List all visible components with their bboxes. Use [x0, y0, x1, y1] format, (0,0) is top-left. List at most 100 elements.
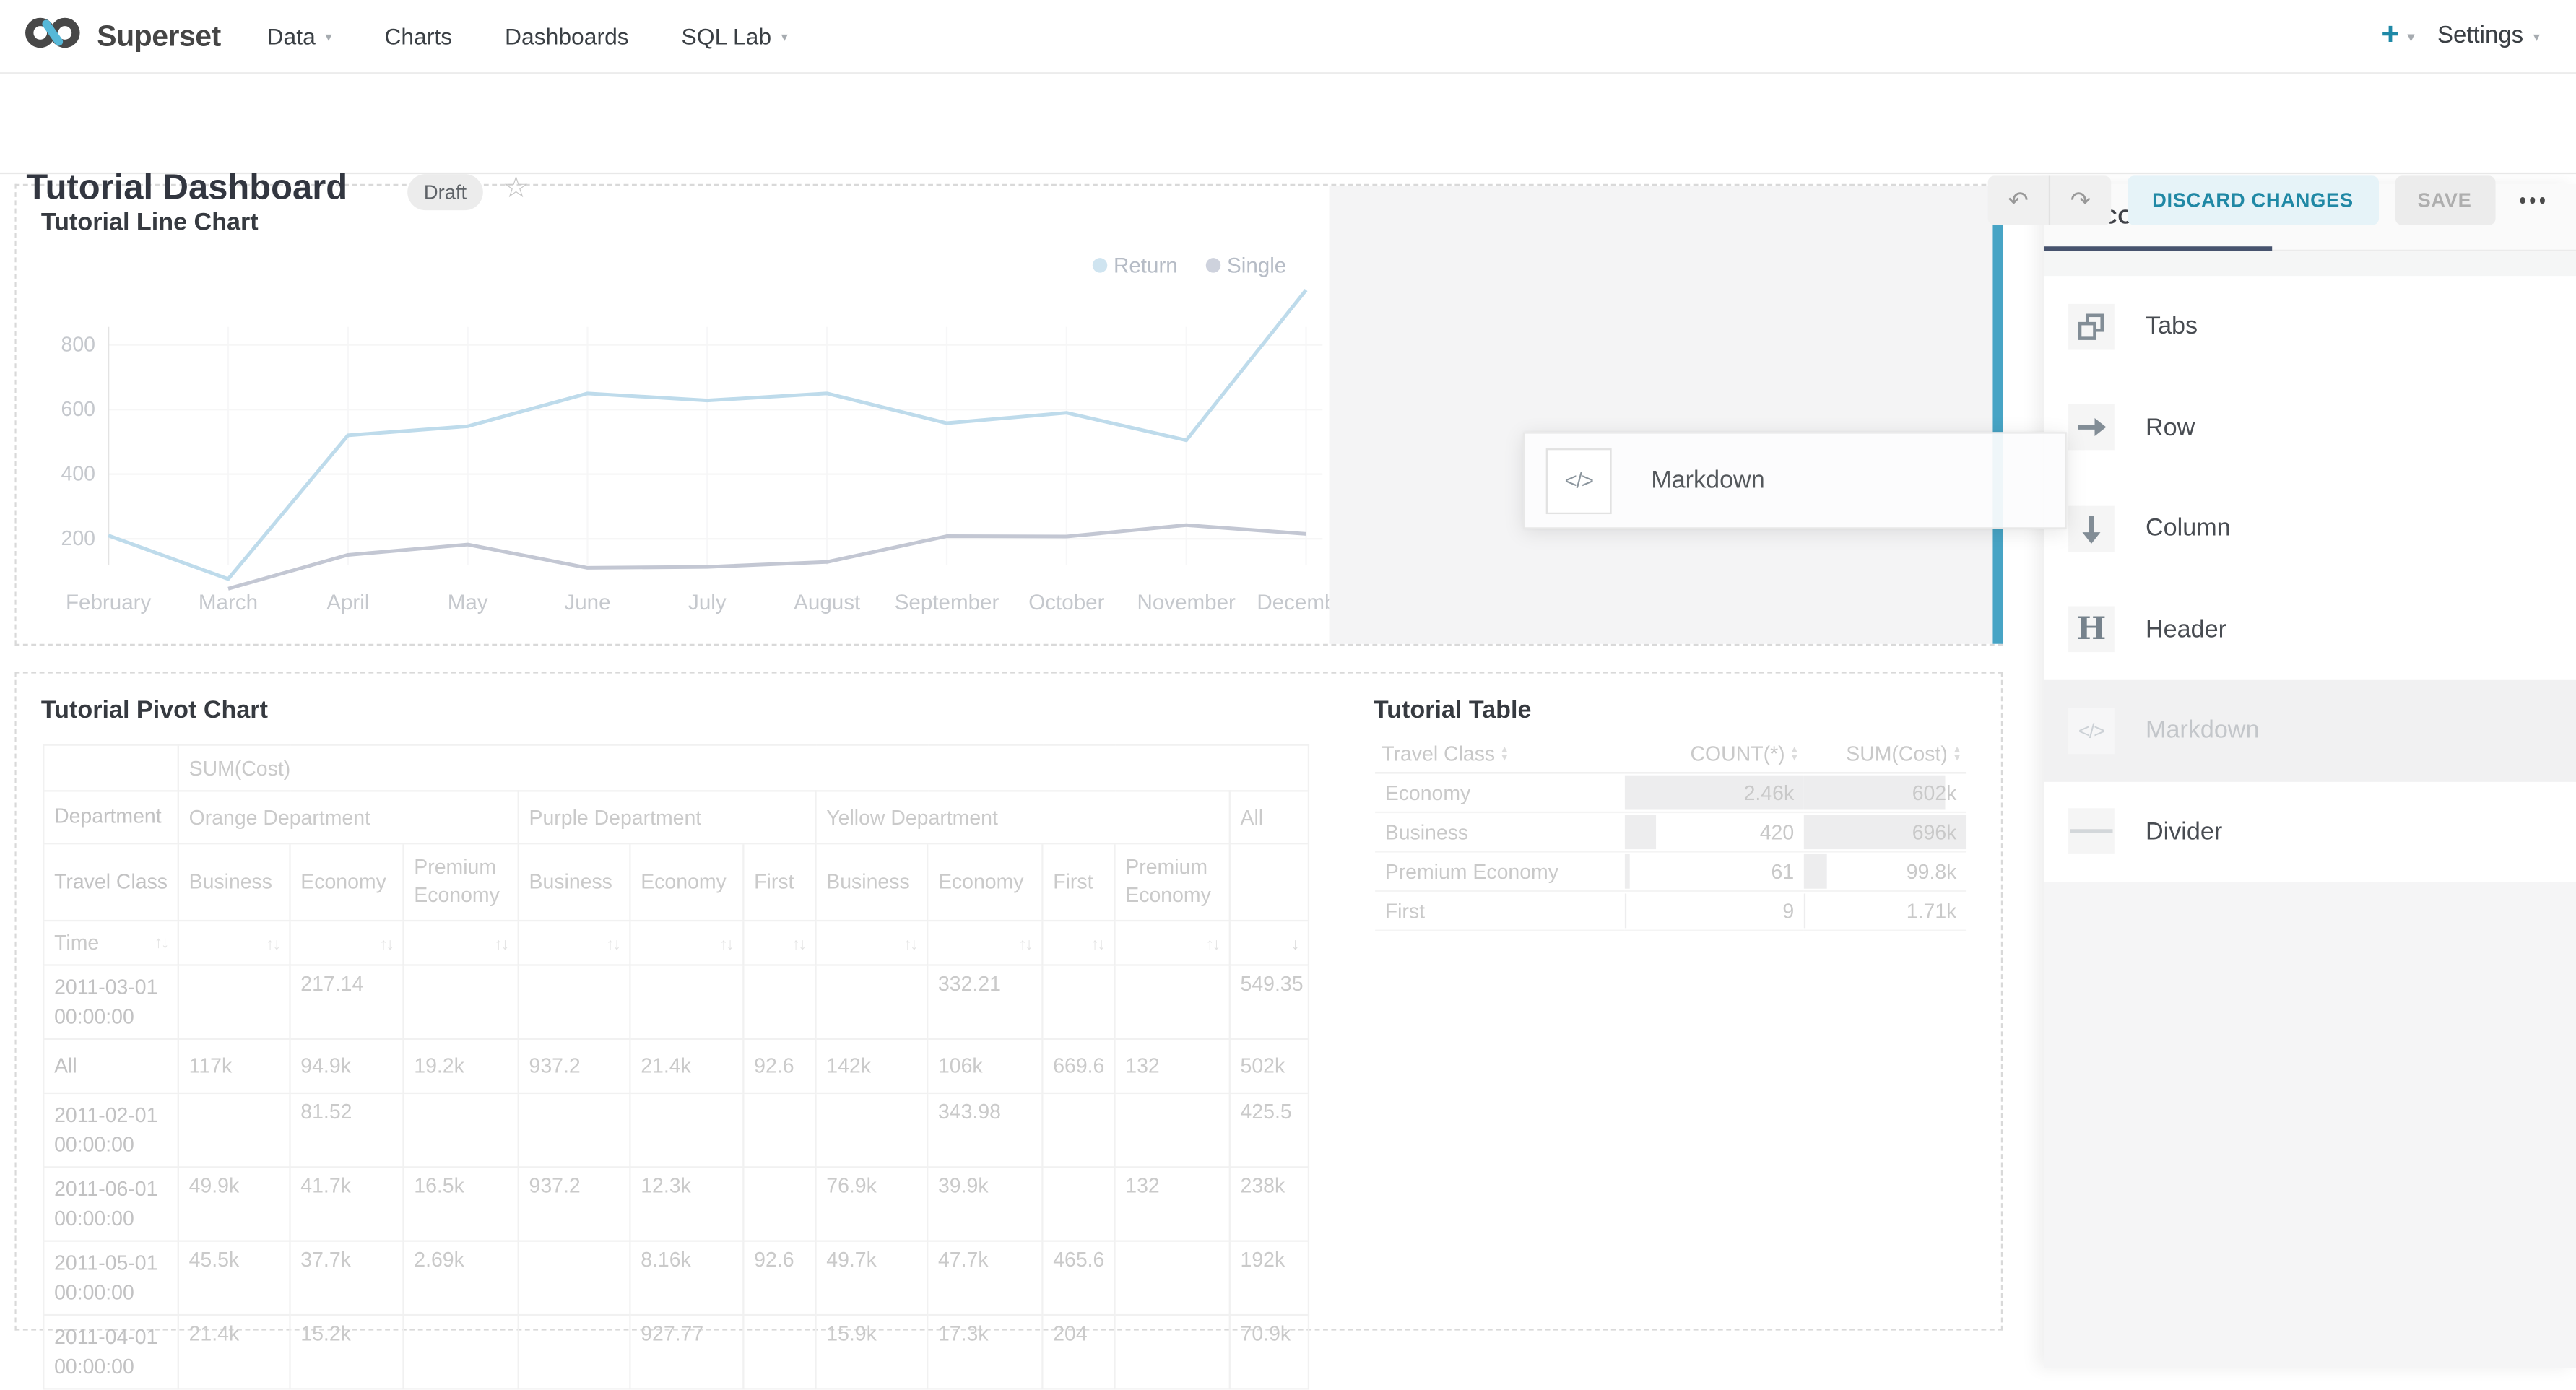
- pivot-value-cell: 15.9k: [815, 1315, 927, 1389]
- superset-infinity-icon: [23, 12, 82, 60]
- pivot-value-cell: 41.7k: [290, 1167, 404, 1241]
- sort-icon[interactable]: ↑↓: [1091, 936, 1104, 954]
- chevron-down-icon: ▾: [325, 29, 331, 43]
- pivot-value-cell: [743, 1315, 815, 1389]
- column-header-travel-class[interactable]: Travel Class▴▾: [1375, 734, 1625, 773]
- sort-icon[interactable]: ↑↓: [380, 936, 393, 954]
- pivot-value-cell: 106k: [927, 1039, 1042, 1093]
- sort-icon[interactable]: ↑↓: [1018, 936, 1031, 954]
- pivot-subcolumn-header: Business: [178, 843, 290, 921]
- undo-button[interactable]: ↶: [1988, 175, 2049, 225]
- pivot-value-cell: [743, 1167, 815, 1241]
- pivot-row-label: All: [43, 1039, 178, 1093]
- pivot-subcolumn-header: Business: [815, 843, 927, 921]
- sort-icon: ▴▾: [1954, 746, 1960, 763]
- pivot-value-cell: 2.69k: [403, 1241, 518, 1315]
- pivot-value-cell: [519, 1241, 630, 1315]
- pivot-subcolumn-header: Premium Economy: [1115, 843, 1230, 921]
- travel-class-cell: Business: [1375, 812, 1625, 852]
- pivot-value-cell: [178, 1093, 290, 1167]
- sum-cell: 602k: [1804, 773, 1966, 812]
- table-row: All117k94.9k19.2k937.221.4k92.6142k106k6…: [43, 1039, 1309, 1093]
- settings-menu[interactable]: Settings ▾: [2437, 23, 2540, 49]
- settings-label: Settings: [2437, 23, 2523, 49]
- table-row: Business420696k: [1375, 812, 1966, 852]
- pivot-value-cell: 142k: [815, 1039, 927, 1093]
- pivot-value-cell: [743, 1093, 815, 1167]
- header-icon: H: [2068, 607, 2115, 653]
- svg-text:February: February: [66, 591, 152, 614]
- pivot-value-cell: [403, 965, 518, 1039]
- pivot-value-cell: [1042, 965, 1114, 1039]
- pivot-value-cell: 21.4k: [178, 1315, 290, 1389]
- sort-icon[interactable]: ↑↓: [1206, 936, 1219, 954]
- chevron-down-icon: ▾: [781, 29, 788, 43]
- pivot-group-header: Yellow Department: [815, 791, 1229, 843]
- value-bar: [1625, 894, 1626, 929]
- line-chart-card: Tutorial Line Chart ReturnSingle 2004006…: [17, 186, 1330, 640]
- travel-class-cell: Economy: [1375, 773, 1625, 812]
- column-header-count[interactable]: COUNT(*)▴▾: [1625, 734, 1804, 773]
- dashboard-title[interactable]: Tutorial Dashboard: [26, 168, 347, 209]
- save-button[interactable]: SAVE: [2395, 175, 2495, 225]
- sort-icon[interactable]: ↑↓: [155, 934, 168, 952]
- pivot-time-header[interactable]: Time↑↓: [43, 921, 178, 965]
- pivot-table: SUM(Cost)DepartmentOrange DepartmentPurp…: [43, 744, 1309, 1390]
- row-icon: [2068, 404, 2115, 451]
- sort-icon[interactable]: ↑↓: [266, 936, 279, 954]
- top-nav: Superset Data▾ Charts Dashboards SQL Lab▾ +…: [0, 0, 2576, 74]
- value-bar: [1804, 894, 1805, 929]
- pivot-value-cell: 8.16k: [630, 1241, 743, 1315]
- dragged-markdown-card[interactable]: </> Markdown: [1523, 432, 2067, 529]
- nav-item-sql-lab[interactable]: SQL Lab▾: [682, 23, 788, 49]
- column-icon: [2068, 505, 2115, 552]
- more-options-button[interactable]: [2520, 198, 2545, 204]
- table-row: First91.71k: [1375, 891, 1966, 931]
- pivot-value-cell: [519, 965, 630, 1039]
- table-row: 2011-02-01 00:00:0081.52343.98425.5: [43, 1093, 1309, 1167]
- table-row: 2011-03-01 00:00:00217.14332.21549.35: [43, 965, 1309, 1039]
- nav-links: Data▾ Charts Dashboards SQL Lab▾: [267, 23, 788, 49]
- component-item-row[interactable]: Row: [2044, 377, 2576, 478]
- component-item-markdown[interactable]: </>Markdown: [2044, 680, 2576, 781]
- pivot-value-cell: [1115, 1315, 1230, 1389]
- column-header-sum-cost[interactable]: SUM(Cost)▴▾: [1804, 734, 1966, 773]
- component-item-divider[interactable]: Divider: [2044, 781, 2576, 882]
- component-item-tabs[interactable]: Tabs: [2044, 276, 2576, 377]
- sort-desc-icon[interactable]: ↓: [1291, 936, 1298, 954]
- sum-cell: 99.8k: [1804, 852, 1966, 892]
- sum-cell: 696k: [1804, 812, 1966, 852]
- table-row: 2011-06-01 00:00:0049.9k41.7k16.5k937.21…: [43, 1167, 1309, 1241]
- nav-item-charts[interactable]: Charts: [384, 23, 452, 49]
- pivot-value-cell: 238k: [1230, 1167, 1309, 1241]
- component-item-header[interactable]: HHeader: [2044, 579, 2576, 680]
- data-table: Travel Class▴▾COUNT(*)▴▾SUM(Cost)▴▾ Econo…: [1375, 734, 1966, 931]
- pivot-value-cell: [403, 1093, 518, 1167]
- superset-logo[interactable]: Superset: [23, 12, 221, 60]
- nav-item-dashboards[interactable]: Dashboards: [505, 23, 629, 49]
- sort-icon[interactable]: ↑↓: [606, 936, 619, 954]
- sort-icon[interactable]: ↑↓: [903, 936, 916, 954]
- sort-icon[interactable]: ↑↓: [495, 936, 508, 954]
- chart-title: Tutorial Table: [1374, 697, 1532, 725]
- pivot-department-label: Department: [43, 791, 178, 843]
- pivot-subcolumn-header: Premium Economy: [403, 843, 518, 921]
- pivot-row-label: 2011-02-01 00:00:00: [43, 1093, 178, 1167]
- pivot-metric-label: SUM(Cost): [178, 745, 1309, 791]
- row-empty-area: [1329, 186, 2000, 644]
- svg-text:August: August: [794, 591, 860, 614]
- new-item-button[interactable]: + ▾: [2381, 18, 2414, 54]
- component-item-column[interactable]: Column: [2044, 478, 2576, 579]
- sort-icon[interactable]: ↑↓: [792, 936, 805, 954]
- redo-button[interactable]: ↷: [2049, 175, 2111, 225]
- pivot-value-cell: 425.5: [1230, 1093, 1309, 1167]
- undo-redo-group: ↶ ↷: [1988, 175, 2112, 225]
- sort-icon[interactable]: ↑↓: [719, 936, 732, 954]
- count-cell: 9: [1625, 891, 1804, 931]
- svg-text:May: May: [448, 591, 488, 614]
- discard-changes-button[interactable]: DISCARD CHANGES: [2128, 175, 2378, 225]
- nav-item-data[interactable]: Data▾: [267, 23, 332, 49]
- component-list: TabsRowColumnHHeader</>MarkdownDivider: [2044, 276, 2576, 882]
- favorite-star-icon[interactable]: ☆: [503, 171, 529, 206]
- pivot-value-cell: [630, 1093, 743, 1167]
